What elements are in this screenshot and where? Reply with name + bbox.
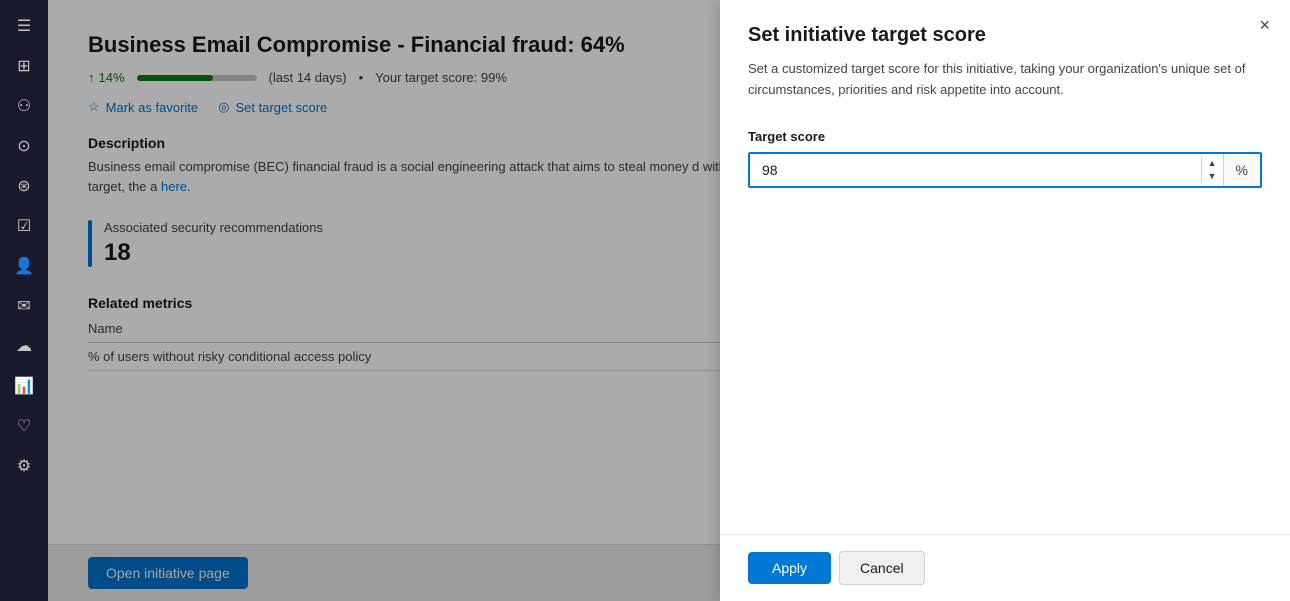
people-icon[interactable]: ⚇ (6, 88, 42, 124)
apply-button[interactable]: Apply (748, 552, 831, 584)
spinner-up-button[interactable]: ▲ (1202, 157, 1223, 170)
checklist-icon[interactable]: ☑ (6, 208, 42, 244)
target-score-input[interactable] (750, 154, 1201, 186)
settings-icon[interactable]: ⚙ (6, 448, 42, 484)
target-score-input-wrapper: ▲ ▼ % (748, 152, 1262, 188)
panel-footer: Apply Cancel (720, 534, 1290, 601)
chart-icon[interactable]: 📊 (6, 368, 42, 404)
mail-icon[interactable]: ✉ (6, 288, 42, 324)
panel-body: Target score ▲ ▼ % (720, 129, 1290, 534)
percent-label: % (1223, 154, 1260, 186)
target-score-field-label: Target score (748, 129, 1262, 144)
panel-header: × Set initiative target score Set a cust… (720, 0, 1290, 129)
spinner-down-button[interactable]: ▼ (1202, 170, 1223, 183)
panel-title: Set initiative target score (748, 24, 1262, 47)
user-icon[interactable]: 👤 (6, 248, 42, 284)
home-icon[interactable]: ⊞ (6, 48, 42, 84)
main-content: Business Email Compromise - Financial fr… (48, 0, 1290, 601)
panel-description: Set a customized target score for this i… (748, 59, 1262, 101)
sidebar: ☰ ⊞ ⚇ ⊙ ⊛ ☑ 👤 ✉ ☁ 📊 ♡ ⚙ (0, 0, 48, 601)
set-target-panel: × Set initiative target score Set a cust… (720, 0, 1290, 601)
clock-icon[interactable]: ⊙ (6, 128, 42, 164)
cloud-icon[interactable]: ☁ (6, 328, 42, 364)
heart-icon[interactable]: ♡ (6, 408, 42, 444)
score-spinner: ▲ ▼ (1201, 157, 1223, 183)
menu-icon[interactable]: ☰ (6, 8, 42, 44)
panel-close-button[interactable]: × (1259, 16, 1270, 34)
shield-icon[interactable]: ⊛ (6, 168, 42, 204)
cancel-button[interactable]: Cancel (839, 551, 925, 585)
